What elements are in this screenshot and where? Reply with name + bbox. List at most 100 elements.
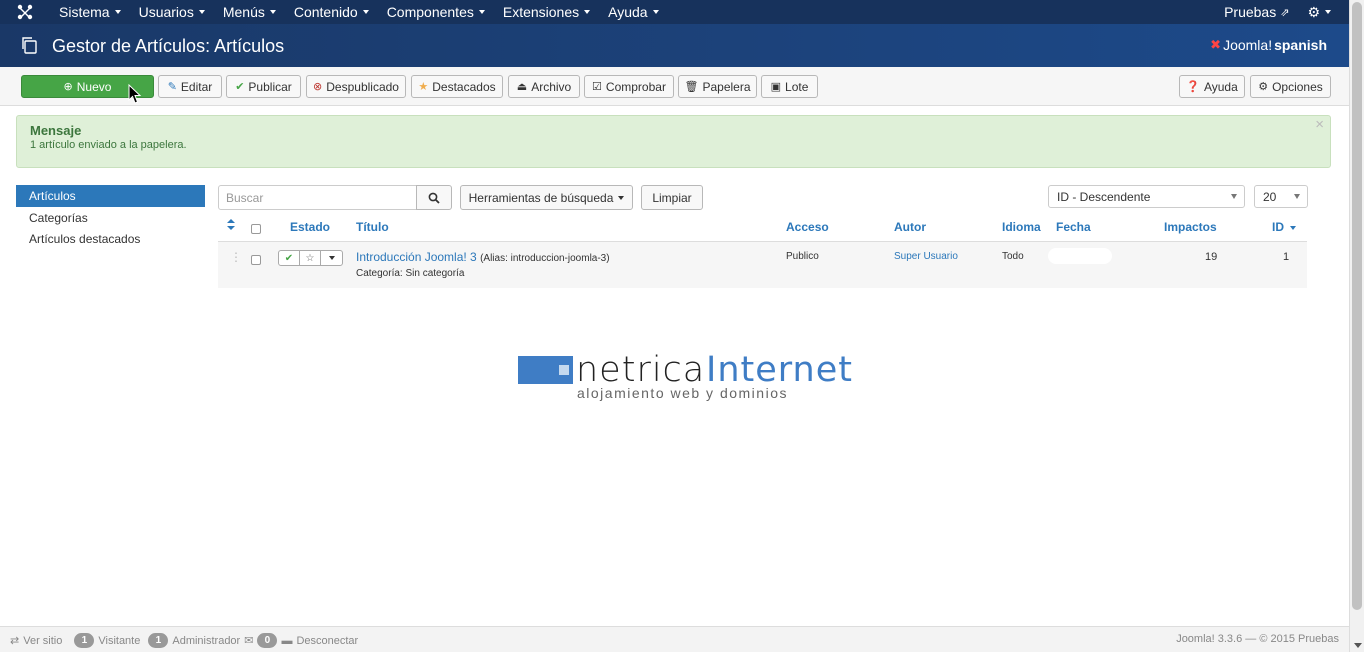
featured-button[interactable]: ★ Destacados [411,75,503,98]
article-title-link[interactable]: Introducción Joomla! 3 [356,250,477,264]
sidebar: Artículos Categorías Artículos destacado… [16,185,205,249]
copyright: Joomla! 3.3.6 — © 2015 Pruebas [1176,633,1339,645]
envelope-icon[interactable]: ✉ [244,634,253,647]
sort-desc-icon [1290,225,1297,230]
column-header-fecha[interactable]: Fecha [1056,220,1091,234]
netrica-internet-logo: netrica Internet alojamiento web y domin… [518,350,858,404]
limit-select[interactable]: 20 [1254,185,1308,208]
chevron-down-icon [1231,194,1237,199]
menu-usuarios[interactable]: Usuarios [130,0,214,24]
plus-circle-icon: ⊕ [63,81,73,93]
unpublish-icon: ⊗ [313,81,323,93]
table-row [218,241,1307,288]
edit-icon: ✎ [167,81,177,93]
row-checkbox[interactable] [251,255,261,265]
joomla-spanish-logo: ✖ Joomla! spanish [1210,37,1327,53]
publish-button[interactable]: ✔ Publicar [226,75,301,98]
toolbar: ⊕ Nuevo ✎ Editar ✔ Publicar ⊗ Despublicado ★… [0,67,1349,106]
published-check-icon[interactable]: ✔ [279,251,300,265]
chevron-down-icon [1294,194,1300,199]
batch-icon: ▣ [770,81,782,93]
external-link-icon: ⇗ [1280,6,1290,19]
ordering-sort-icon[interactable] [226,218,236,234]
menu-contenido[interactable]: Contenido [285,0,378,24]
article-alias: (Alias: introduccion-joomla-3) [480,253,610,264]
site-link[interactable]: Pruebas ⇗ [1215,0,1298,24]
logout-icon: ▬ [281,634,293,647]
trash-icon: 🗑 [684,81,699,93]
article-title-cell: Introducción Joomla! 3 (Alias: introducc… [356,250,610,264]
help-button[interactable]: ❓ Ayuda [1179,75,1245,98]
check-in-button[interactable]: ☑ Comprobar [584,75,674,98]
column-header-autor[interactable]: Autor [894,220,926,234]
clear-button[interactable]: Limpiar [641,185,703,210]
chevron-down-icon[interactable] [321,251,342,265]
sidebar-item-categorias[interactable]: Categorías [16,207,205,228]
archive-icon: ⏏ [516,81,528,93]
select-all-checkbox[interactable] [251,224,261,234]
trash-button[interactable]: 🗑 Papelera [678,75,757,98]
top-navbar: Sistema Usuarios Menús Contenido Compone… [0,0,1349,24]
success-message: Mensaje 1 artículo enviado a la papelera… [16,115,1331,168]
id-cell: 1 [1283,251,1290,263]
settings-menu[interactable]: ⚙ [1298,0,1349,24]
edit-button[interactable]: ✎ Editar [158,75,222,98]
scrollbar-thumb[interactable] [1352,2,1362,610]
joomla-logo-icon[interactable] [0,0,50,24]
search-icon [428,192,440,204]
sidebar-item-articulos-destacados[interactable]: Artículos destacados [16,228,205,249]
column-header-estado[interactable]: Estado [290,220,330,234]
copy-icon [20,36,38,57]
access-cell: Publico [786,251,819,262]
vertical-scrollbar[interactable] [1349,0,1364,652]
batch-button[interactable]: ▣ Lote [761,75,818,98]
visitors-label: Visitante [98,634,141,647]
drag-handle-icon[interactable]: ⋮ [230,250,242,264]
date-cell [1048,248,1112,264]
check-icon: ✔ [235,81,245,93]
search-tools-button[interactable]: Herramientas de búsqueda [460,185,633,210]
row-state-buttons: ✔ ☆ [278,250,343,266]
joomla-mark-icon: ✖ [1210,37,1222,52]
mouse-cursor-icon [128,84,142,104]
author-link[interactable]: Super Usuario [894,251,958,262]
admins-badge: 1 [148,633,169,648]
page-title: Gestor de Artículos: Artículos [52,36,285,56]
menu-menus[interactable]: Menús [214,0,285,24]
archive-button[interactable]: ⏏ Archivo [508,75,580,98]
column-header-titulo[interactable]: Título [356,220,389,234]
checkbox-icon: ☑ [592,81,602,93]
page-header: Gestor de Artículos: Artículos ✖ Joomla!… [0,24,1349,67]
featured-star-icon[interactable]: ☆ [300,251,321,265]
hits-cell: 19 [1205,251,1218,263]
menu-componentes[interactable]: Componentes [378,0,494,24]
column-header-idioma[interactable]: Idioma [1002,220,1041,234]
order-select[interactable]: ID - Descendente [1048,185,1245,208]
menu-ayuda[interactable]: Ayuda [599,0,667,24]
search-input[interactable]: Buscar [218,185,417,210]
gear-icon: ⚙ [1307,3,1320,20]
unpublish-button[interactable]: ⊗ Despublicado [306,75,406,98]
logout-link[interactable]: Desconectar [296,635,358,647]
status-footer: ⇄ Ver sitio 1 Visitante 1 Administrador … [0,626,1349,652]
language-cell: Todo [1002,251,1024,262]
visitors-badge: 1 [74,633,95,648]
view-site-link[interactable]: Ver sitio [23,635,62,647]
column-header-id[interactable]: ID [1272,220,1297,234]
star-icon: ★ [418,81,429,93]
options-button[interactable]: ⚙ Opciones [1250,75,1331,98]
menu-sistema[interactable]: Sistema [50,0,130,24]
sidebar-item-articulos[interactable]: Artículos [16,185,205,207]
messages-badge[interactable]: 0 [257,633,278,648]
column-header-impactos[interactable]: Impactos [1164,220,1217,234]
menu-extensiones[interactable]: Extensiones [494,0,599,24]
search-button[interactable] [416,185,452,210]
close-icon[interactable]: × [1315,116,1324,133]
gear-icon: ⚙ [1258,81,1269,93]
view-site-icon: ⇄ [10,635,20,647]
column-header-acceso[interactable]: Acceso [786,220,829,234]
article-category: Categoría: Sin categoría [356,268,465,279]
admins-label: Administrador [172,634,241,647]
message-text: 1 artículo enviado a la papelera. [30,139,187,151]
scroll-down-arrow-icon[interactable] [1354,643,1362,648]
